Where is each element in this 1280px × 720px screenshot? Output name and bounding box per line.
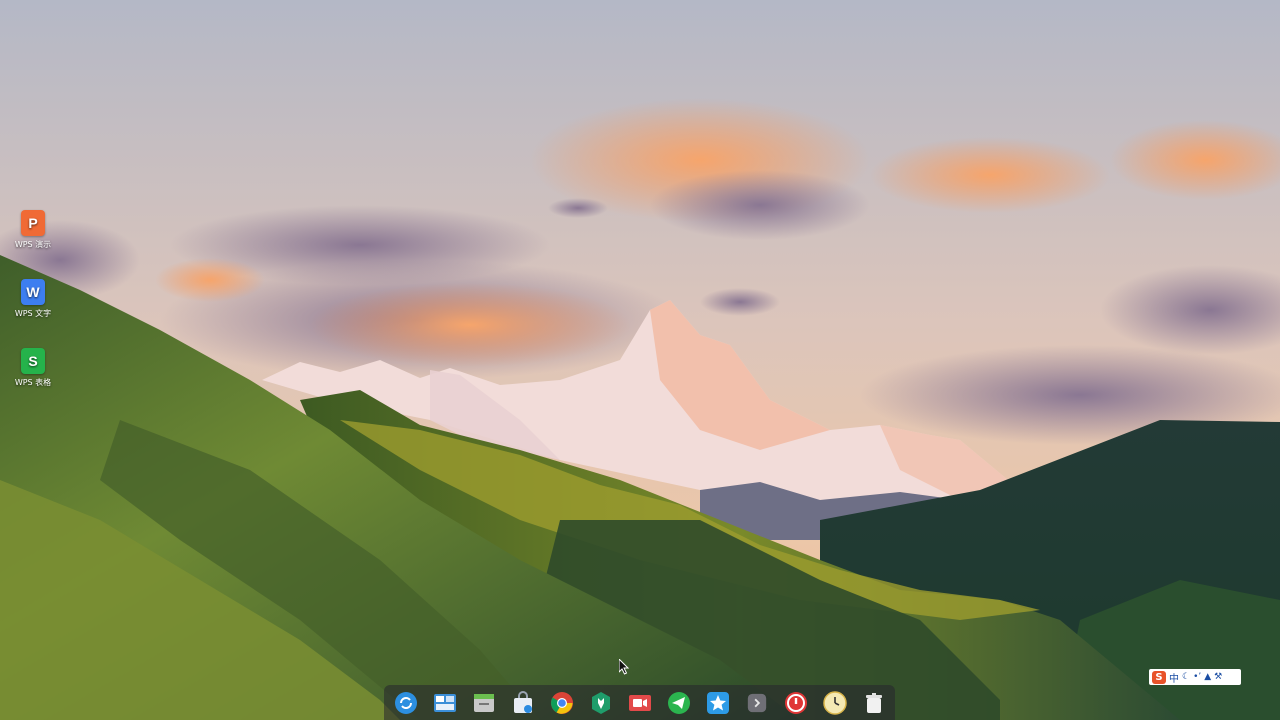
- wrench-icon[interactable]: ⚒: [1214, 672, 1222, 682]
- mouse-cursor-icon: [619, 659, 630, 675]
- desktop-wallpaper: [0, 0, 1280, 720]
- dock-multitask-view[interactable]: [432, 690, 458, 716]
- chrome-icon: [550, 691, 573, 714]
- dock-star-app[interactable]: [705, 690, 731, 716]
- chevron-right-icon: [747, 693, 766, 712]
- dock-trash[interactable]: [861, 690, 887, 716]
- star-icon: [706, 691, 729, 714]
- trash-icon: [865, 692, 882, 713]
- wrench-icon: [591, 691, 610, 714]
- dock-power[interactable]: [783, 690, 809, 716]
- sogou-logo-icon[interactable]: S: [1152, 670, 1166, 684]
- shirt-icon[interactable]: ▲: [1204, 672, 1211, 682]
- dock-telegram[interactable]: [666, 690, 692, 716]
- dock-chrome[interactable]: [549, 690, 575, 716]
- clock-icon: [822, 690, 847, 715]
- ime-mode-indicator[interactable]: 中: [1169, 670, 1179, 685]
- dock-system-tools[interactable]: [588, 690, 614, 716]
- dock-screen-recorder[interactable]: [627, 690, 653, 716]
- video-icon: [628, 694, 651, 711]
- telegram-icon: [667, 691, 690, 714]
- folder-icon: [473, 693, 494, 712]
- dock-show-more[interactable]: [744, 690, 770, 716]
- ime-status-bar[interactable]: S 中 ☾ •’ ▲ ⚒: [1149, 669, 1241, 685]
- store-icon: [513, 690, 532, 713]
- multitask-icon: [433, 693, 456, 712]
- dock-file-manager[interactable]: [471, 690, 497, 716]
- wps-spreadsheet-icon: S: [21, 348, 45, 374]
- moon-icon[interactable]: ☾: [1182, 672, 1190, 682]
- desktop-icon-wps-presentation[interactable]: P WPS 演示: [6, 210, 60, 250]
- wps-presentation-icon: P: [21, 210, 45, 236]
- power-icon: [784, 691, 807, 714]
- dock-launcher[interactable]: [393, 690, 419, 716]
- dock: [384, 685, 895, 720]
- desktop-icon-wps-spreadsheet[interactable]: S WPS 表格: [6, 348, 60, 388]
- launcher-icon: [394, 691, 417, 714]
- desktop-icon-wps-writer[interactable]: W WPS 文字: [6, 279, 60, 319]
- desktop-icon-label: WPS 表格: [14, 378, 52, 387]
- dock-clock[interactable]: [822, 690, 848, 716]
- wps-writer-icon: W: [21, 279, 45, 305]
- dock-app-store[interactable]: [510, 690, 536, 716]
- punctuation-icon[interactable]: •’: [1193, 672, 1201, 682]
- desktop-icon-label: WPS 演示: [14, 240, 52, 249]
- desktop-icon-label: WPS 文字: [14, 309, 52, 318]
